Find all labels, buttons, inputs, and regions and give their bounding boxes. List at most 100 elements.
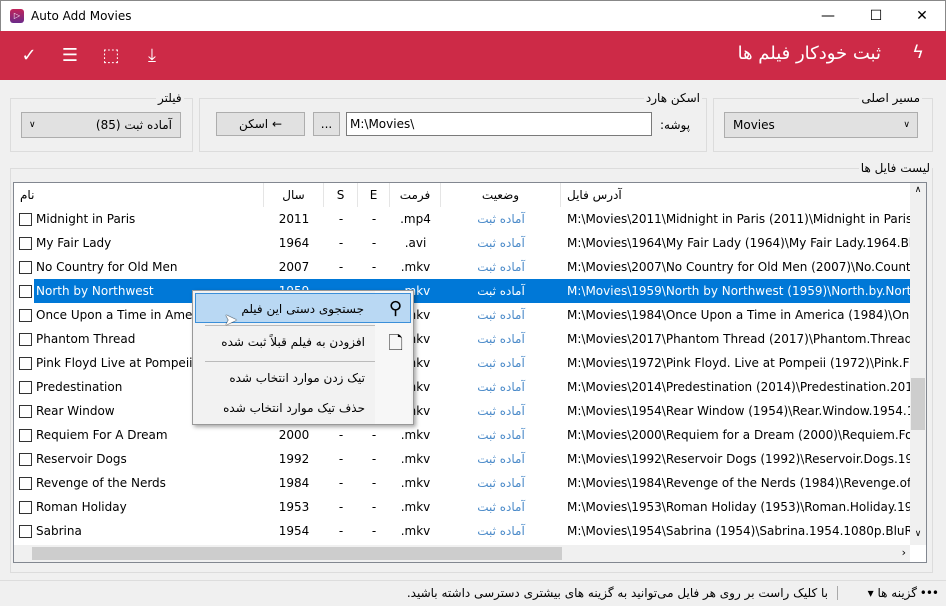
cell-format: .mkv: [400, 428, 431, 442]
title-bar: ▷ Auto Add Movies — ☐ ✕: [0, 0, 946, 31]
download-icon[interactable]: ⤓: [141, 45, 163, 67]
close-button[interactable]: ✕: [899, 5, 945, 29]
status-hint: با کلیک راست بر روی هر فایل می‌توانید به…: [406, 586, 828, 600]
cell-format: .mkv: [400, 476, 431, 490]
cell-s: -: [338, 452, 344, 466]
cell-status: آماده ثبت: [477, 404, 525, 418]
menu-item-check-selected[interactable]: تیک زدن موارد انتخاب شده: [195, 363, 411, 393]
table-row[interactable]: Once Upon a Time in America 1984 - - .mk…: [14, 303, 910, 327]
cell-status: آماده ثبت: [477, 476, 525, 490]
row-checkbox[interactable]: [19, 333, 32, 346]
horizontal-scroll-thumb[interactable]: [32, 547, 562, 560]
cell-format: .mkv: [400, 260, 431, 274]
scan-button[interactable]: اسکن ←: [216, 112, 305, 136]
cell-path: M:\Movies\1954\Rear Window (1954)\Rear.W…: [567, 404, 910, 418]
column-header-year[interactable]: سال: [264, 183, 324, 207]
check-icon[interactable]: ✓: [18, 45, 40, 67]
row-checkbox[interactable]: [19, 477, 32, 490]
vertical-scrollbar[interactable]: ∧ ∨: [910, 183, 926, 545]
table-row[interactable]: Sabrina 1954 - - .mkv آماده ثبت M:\Movie…: [14, 519, 910, 543]
chevron-down-icon: ∨: [29, 120, 36, 130]
table-row[interactable]: Reservoir Dogs 1992 - - .mkv آماده ثبت M…: [14, 447, 910, 471]
row-checkbox[interactable]: [19, 309, 32, 322]
page-title: ثبت خودکار فیلم ها: [737, 43, 881, 64]
menu-item-label: حذف تیک موارد انتخاب شده: [223, 401, 365, 415]
table-row[interactable]: No Country for Old Men 2007 - - .mkv آما…: [14, 255, 910, 279]
main-path-value: Movies: [733, 118, 775, 132]
row-checkbox[interactable]: [19, 405, 32, 418]
row-checkbox[interactable]: [19, 453, 32, 466]
scroll-up-icon[interactable]: ∧: [910, 185, 926, 195]
menu-item-label: افزودن به فیلم قبلاً ثبت شده: [221, 335, 365, 349]
column-header-status[interactable]: وضعیت: [441, 183, 561, 207]
cell-name: Revenge of the Nerds: [36, 476, 166, 490]
cell-path: M:\Movies\2011\Midnight in Paris (2011)\…: [567, 212, 910, 226]
table-row[interactable]: Roman Holiday 1953 - - .mkv آماده ثبت M:…: [14, 495, 910, 519]
cell-path: M:\Movies\1984\Revenge of the Nerds (198…: [567, 476, 910, 490]
filter-dropdown[interactable]: آماده ثبت (85) ∨: [21, 112, 181, 138]
table-row[interactable]: Pink Floyd Live at Pompeii 1972 - - .mkv…: [14, 351, 910, 375]
scroll-down-icon[interactable]: ∨: [910, 529, 926, 539]
cell-s: -: [338, 428, 344, 442]
row-checkbox[interactable]: [19, 429, 32, 442]
cell-path: M:\Movies\1964\My Fair Lady (1964)\My Fa…: [567, 236, 910, 250]
browse-button[interactable]: ...: [313, 112, 340, 136]
column-header-path[interactable]: آدرس فایل: [561, 183, 911, 207]
table-row[interactable]: Predestination 2014 - - .mkv آماده ثبت M…: [14, 375, 910, 399]
horizontal-scrollbar[interactable]: ›: [14, 545, 910, 562]
row-checkbox[interactable]: [19, 261, 32, 274]
row-checkbox[interactable]: [19, 525, 32, 538]
table-row[interactable]: My Fair Lady 1964 - - .avi آماده ثبت M:\…: [14, 231, 910, 255]
table-row[interactable]: North by Northwest 1959 - - .mkv آماده ث…: [19, 279, 910, 303]
table-row[interactable]: Midnight in Paris 2011 - - .mp4 آماده ثب…: [14, 207, 910, 231]
main-path-dropdown[interactable]: Movies ∨: [724, 112, 918, 138]
cell-e: -: [371, 524, 377, 538]
options-menu-button[interactable]: گزینه ها ▾: [868, 581, 917, 605]
select-all-icon[interactable]: ☰: [59, 45, 81, 67]
row-checkbox[interactable]: [19, 285, 32, 298]
menu-item-uncheck-selected[interactable]: حذف تیک موارد انتخاب شده: [195, 393, 411, 423]
cell-path: M:\Movies\1959\North by Northwest (1959)…: [567, 284, 910, 298]
row-checkbox[interactable]: [19, 381, 32, 394]
app-icon: ▷: [10, 9, 24, 23]
status-bar: ••• گزینه ها ▾ با کلیک راست بر روی هر فا…: [0, 580, 946, 606]
cell-format: .mkv: [400, 500, 431, 514]
maximize-button[interactable]: ☐: [853, 5, 899, 29]
more-icon: •••: [919, 586, 939, 600]
table-row[interactable]: Phantom Thread 2017 - - .mkv آماده ثبت M…: [14, 327, 910, 351]
file-list-label: لیست فایل ها: [858, 161, 932, 175]
filter-label: فیلتر: [156, 91, 184, 105]
row-checkbox[interactable]: [19, 501, 32, 514]
folder-input[interactable]: M:\Movies\: [346, 112, 652, 136]
cell-e: -: [371, 452, 377, 466]
scroll-right-icon[interactable]: ›: [902, 546, 906, 559]
row-checkbox[interactable]: [19, 237, 32, 250]
mouse-cursor-icon: ➤: [224, 310, 238, 329]
row-checkbox[interactable]: [19, 213, 32, 226]
column-header-format[interactable]: فرمت: [390, 183, 441, 207]
column-header-s[interactable]: S: [324, 183, 358, 207]
column-header-name[interactable]: نام: [14, 183, 264, 207]
minimize-button[interactable]: —: [805, 5, 851, 29]
cell-s: -: [338, 260, 344, 274]
scan-label: اسکن هارد: [643, 91, 702, 105]
cell-e: -: [371, 428, 377, 442]
cell-e: -: [371, 260, 377, 274]
table-row[interactable]: Requiem For A Dream 2000 - - .mkv آماده …: [14, 423, 910, 447]
row-checkbox[interactable]: [19, 357, 32, 370]
vertical-scroll-thumb[interactable]: [911, 378, 925, 430]
folder-label: پوشه:: [660, 118, 691, 132]
cell-e: -: [371, 500, 377, 514]
cell-year: 1964: [278, 236, 310, 250]
table-row[interactable]: Rear Window 1954 - - .mkv آماده ثبت M:\M…: [14, 399, 910, 423]
column-header-e[interactable]: E: [358, 183, 390, 207]
cell-status: آماده ثبت: [477, 380, 525, 394]
select-none-icon[interactable]: ⬚: [100, 45, 122, 67]
cell-name: Midnight in Paris: [36, 212, 136, 226]
table-row[interactable]: Revenge of the Nerds 1984 - - .mkv آماده…: [14, 471, 910, 495]
menu-item-add-to-existing[interactable]: افزودن به فیلم قبلاً ثبت شده 🗋: [195, 327, 411, 357]
cell-s: -: [338, 500, 344, 514]
cell-status: آماده ثبت: [477, 284, 525, 298]
cell-path: M:\Movies\2017\Phantom Thread (2017)\Pha…: [567, 332, 910, 346]
cell-e: -: [371, 212, 377, 226]
